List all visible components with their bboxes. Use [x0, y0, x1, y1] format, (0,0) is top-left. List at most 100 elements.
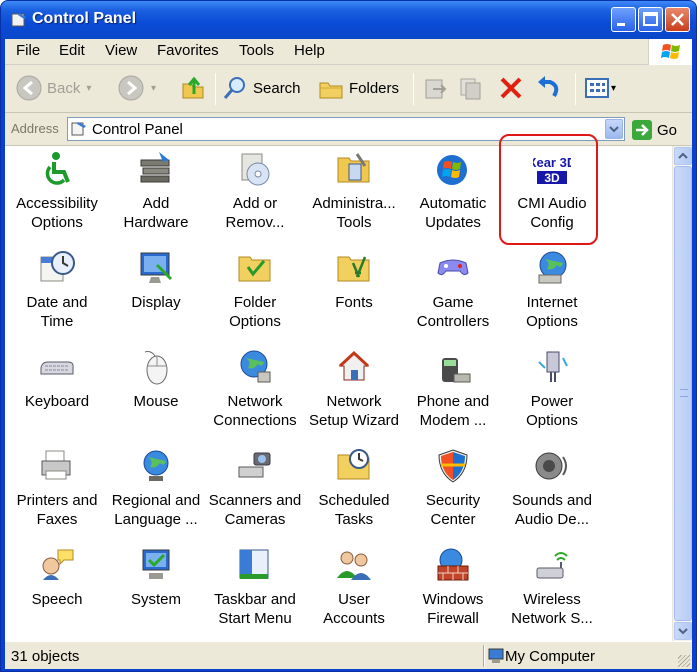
item-accessibility-options[interactable]: Accessibility Options — [8, 146, 106, 242]
item-display[interactable]: Display — [107, 245, 205, 341]
item-system[interactable]: System — [107, 542, 205, 638]
item-phone-modem[interactable]: Phone and Modem ... — [404, 344, 502, 440]
item-date-time[interactable]: Date and Time — [8, 245, 106, 341]
folders-label: Folders — [349, 79, 400, 97]
item-printers-faxes[interactable]: Printers and Faxes — [8, 443, 106, 539]
item-security-center[interactable]: Security Center — [404, 443, 502, 539]
menu-bar: File Edit View Favorites Tools Help — [5, 39, 692, 65]
delete-button[interactable] — [497, 73, 525, 103]
scroll-down-button[interactable] — [674, 622, 692, 640]
status-divider — [483, 645, 485, 667]
item-label: Wireless Network S... — [511, 591, 593, 627]
firewall-icon — [437, 548, 469, 581]
item-network-setup-wizard[interactable]: Network Setup Wizard — [305, 344, 403, 440]
views-dropdown-icon[interactable]: ▾ — [611, 83, 616, 94]
item-mouse[interactable]: Mouse — [107, 344, 205, 440]
item-wireless-network-setup[interactable]: Wireless Network S... — [503, 542, 601, 638]
item-scanners-cameras[interactable]: Scanners and Cameras — [206, 443, 304, 539]
minimize-button[interactable] — [611, 7, 636, 32]
chevron-down-icon — [609, 126, 619, 133]
item-game-controllers[interactable]: Game Controllers — [404, 245, 502, 341]
wireless-icon — [536, 552, 568, 579]
folder-options-icon — [238, 256, 271, 282]
resize-grip[interactable] — [678, 655, 690, 667]
power-options-icon — [538, 351, 568, 382]
undo-button[interactable] — [534, 73, 562, 103]
item-label: Network Connections — [213, 393, 297, 429]
menu-favorites[interactable]: Favorites — [157, 42, 219, 59]
administrative-tools-icon — [337, 153, 370, 183]
address-dropdown-button[interactable] — [605, 119, 623, 139]
item-keyboard[interactable]: Keyboard — [8, 344, 106, 440]
close-button[interactable] — [665, 7, 690, 32]
menu-file[interactable]: File — [16, 42, 40, 59]
item-internet-options[interactable]: Internet Options — [503, 245, 601, 341]
item-label: Regional and Language ... — [111, 492, 201, 528]
menu-help[interactable]: Help — [294, 42, 325, 59]
item-add-remove-programs[interactable]: Add or Remov... — [206, 146, 304, 242]
toolbar-separator — [413, 73, 414, 105]
item-administrative-tools[interactable]: Administra... Tools — [305, 146, 403, 242]
item-automatic-updates[interactable]: Automatic Updates — [404, 146, 502, 242]
keyboard-icon — [40, 361, 74, 375]
folders-button[interactable]: Folders — [317, 73, 399, 103]
maximize-button[interactable] — [638, 7, 663, 32]
up-button[interactable] — [179, 73, 207, 103]
item-windows-firewall[interactable]: Windows Firewall — [404, 542, 502, 638]
search-button[interactable]: Search — [221, 73, 301, 103]
forward-button[interactable]: ▾ — [117, 73, 156, 103]
title-bar[interactable]: Control Panel — [1, 1, 696, 39]
item-user-accounts[interactable]: User Accounts — [305, 542, 403, 638]
date-time-icon — [40, 251, 75, 282]
item-fonts[interactable]: Fonts — [305, 245, 403, 341]
go-button[interactable]: Go — [631, 118, 677, 142]
copy-to-button[interactable] — [457, 73, 485, 103]
item-label: User Accounts — [323, 591, 385, 627]
views-icon — [585, 78, 609, 98]
printers-icon — [41, 450, 71, 480]
system-icon — [142, 549, 170, 579]
forward-arrow-icon — [118, 75, 144, 101]
vertical-scrollbar[interactable] — [672, 146, 692, 641]
item-label: Sounds and Audio De... — [511, 492, 593, 528]
menu-view[interactable]: View — [105, 42, 137, 59]
toolbar: Back ▾ ▾ Search Folders ▾ — [5, 65, 692, 113]
scroll-up-button[interactable] — [674, 147, 692, 165]
item-label: Windows Firewall — [422, 591, 484, 627]
item-regional-language[interactable]: Regional and Language ... — [107, 443, 205, 539]
item-network-connections[interactable]: Network Connections — [206, 344, 304, 440]
item-add-hardware[interactable]: Add Hardware — [107, 146, 205, 242]
object-count: 31 objects — [11, 648, 80, 665]
my-computer-icon — [488, 648, 504, 663]
item-speech[interactable]: Speech — [8, 542, 106, 638]
menu-edit[interactable]: Edit — [59, 42, 85, 59]
accessibility-icon — [45, 152, 70, 185]
item-taskbar-start-menu[interactable]: Taskbar and Start Menu — [206, 542, 304, 638]
views-button[interactable]: ▾ — [583, 73, 616, 103]
undo-icon — [538, 76, 559, 98]
item-label: Scheduled Tasks — [318, 492, 390, 528]
forward-dropdown-icon[interactable]: ▾ — [151, 83, 156, 94]
search-label: Search — [253, 79, 301, 97]
item-label: System — [130, 591, 181, 608]
item-power-options[interactable]: Power Options — [503, 344, 601, 440]
control-panel-icon — [11, 13, 26, 27]
item-folder-options[interactable]: Folder Options — [206, 245, 304, 341]
add-remove-programs-icon — [241, 153, 270, 186]
address-value: Control Panel — [92, 121, 183, 138]
back-button[interactable]: Back ▾ — [15, 73, 91, 103]
back-dropdown-icon[interactable]: ▾ — [86, 83, 91, 94]
item-label: Printers and Faxes — [16, 492, 98, 528]
taskbar-icon — [239, 549, 269, 579]
scroll-thumb[interactable] — [674, 166, 692, 621]
chevron-up-icon — [678, 152, 688, 159]
folder-up-icon — [182, 76, 204, 99]
item-scheduled-tasks[interactable]: Scheduled Tasks — [305, 443, 403, 539]
move-to-button[interactable] — [421, 73, 449, 103]
menu-tools[interactable]: Tools — [239, 42, 274, 59]
location-label: My Computer — [505, 648, 596, 665]
address-label: Address — [11, 121, 59, 136]
item-label: Speech — [31, 591, 83, 608]
item-sounds-audio[interactable]: Sounds and Audio De... — [503, 443, 601, 539]
item-label: Scanners and Cameras — [208, 492, 302, 528]
